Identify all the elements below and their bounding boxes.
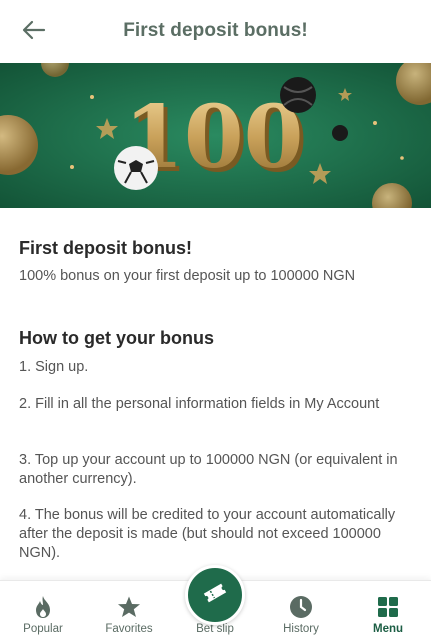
clock-icon [289, 594, 313, 620]
promo-banner: 100 100 [0, 63, 431, 208]
ticket-icon [201, 579, 229, 612]
bonus-title: First deposit bonus! [19, 238, 192, 258]
small-ball-icon [332, 125, 348, 141]
step-2: 2. Fill in all the personal information … [19, 396, 380, 412]
betslip-button[interactable] [185, 565, 245, 625]
tab-history-label: History [283, 623, 319, 635]
tab-menu-label: Menu [372, 623, 404, 635]
tab-history[interactable]: History [258, 581, 344, 641]
grid-icon [377, 594, 399, 620]
step-4: 4. The bonus will be credited to your ac… [19, 507, 396, 561]
how-to-title: How to get your bonus [19, 328, 214, 348]
tennis-ball-icon [280, 77, 316, 113]
page-title: First deposit bonus! [123, 20, 308, 41]
top-bar: First deposit bonus! [0, 0, 431, 63]
step-3: 3. Top up your account up to 100000 NGN … [19, 452, 398, 487]
tab-menu[interactable]: Menu [345, 581, 431, 641]
tab-popular[interactable]: Popular [0, 581, 86, 641]
star-icon [117, 594, 141, 620]
tab-favorites-label: Favorites [105, 623, 153, 635]
step-1: 1. Sign up. [19, 359, 89, 375]
bonus-description: 100% bonus on your first deposit up to 1… [19, 268, 356, 284]
tab-favorites[interactable]: Favorites [86, 581, 172, 641]
tab-popular-label: Popular [23, 623, 63, 635]
soccer-ball-icon [114, 146, 158, 190]
flame-icon [32, 594, 54, 620]
